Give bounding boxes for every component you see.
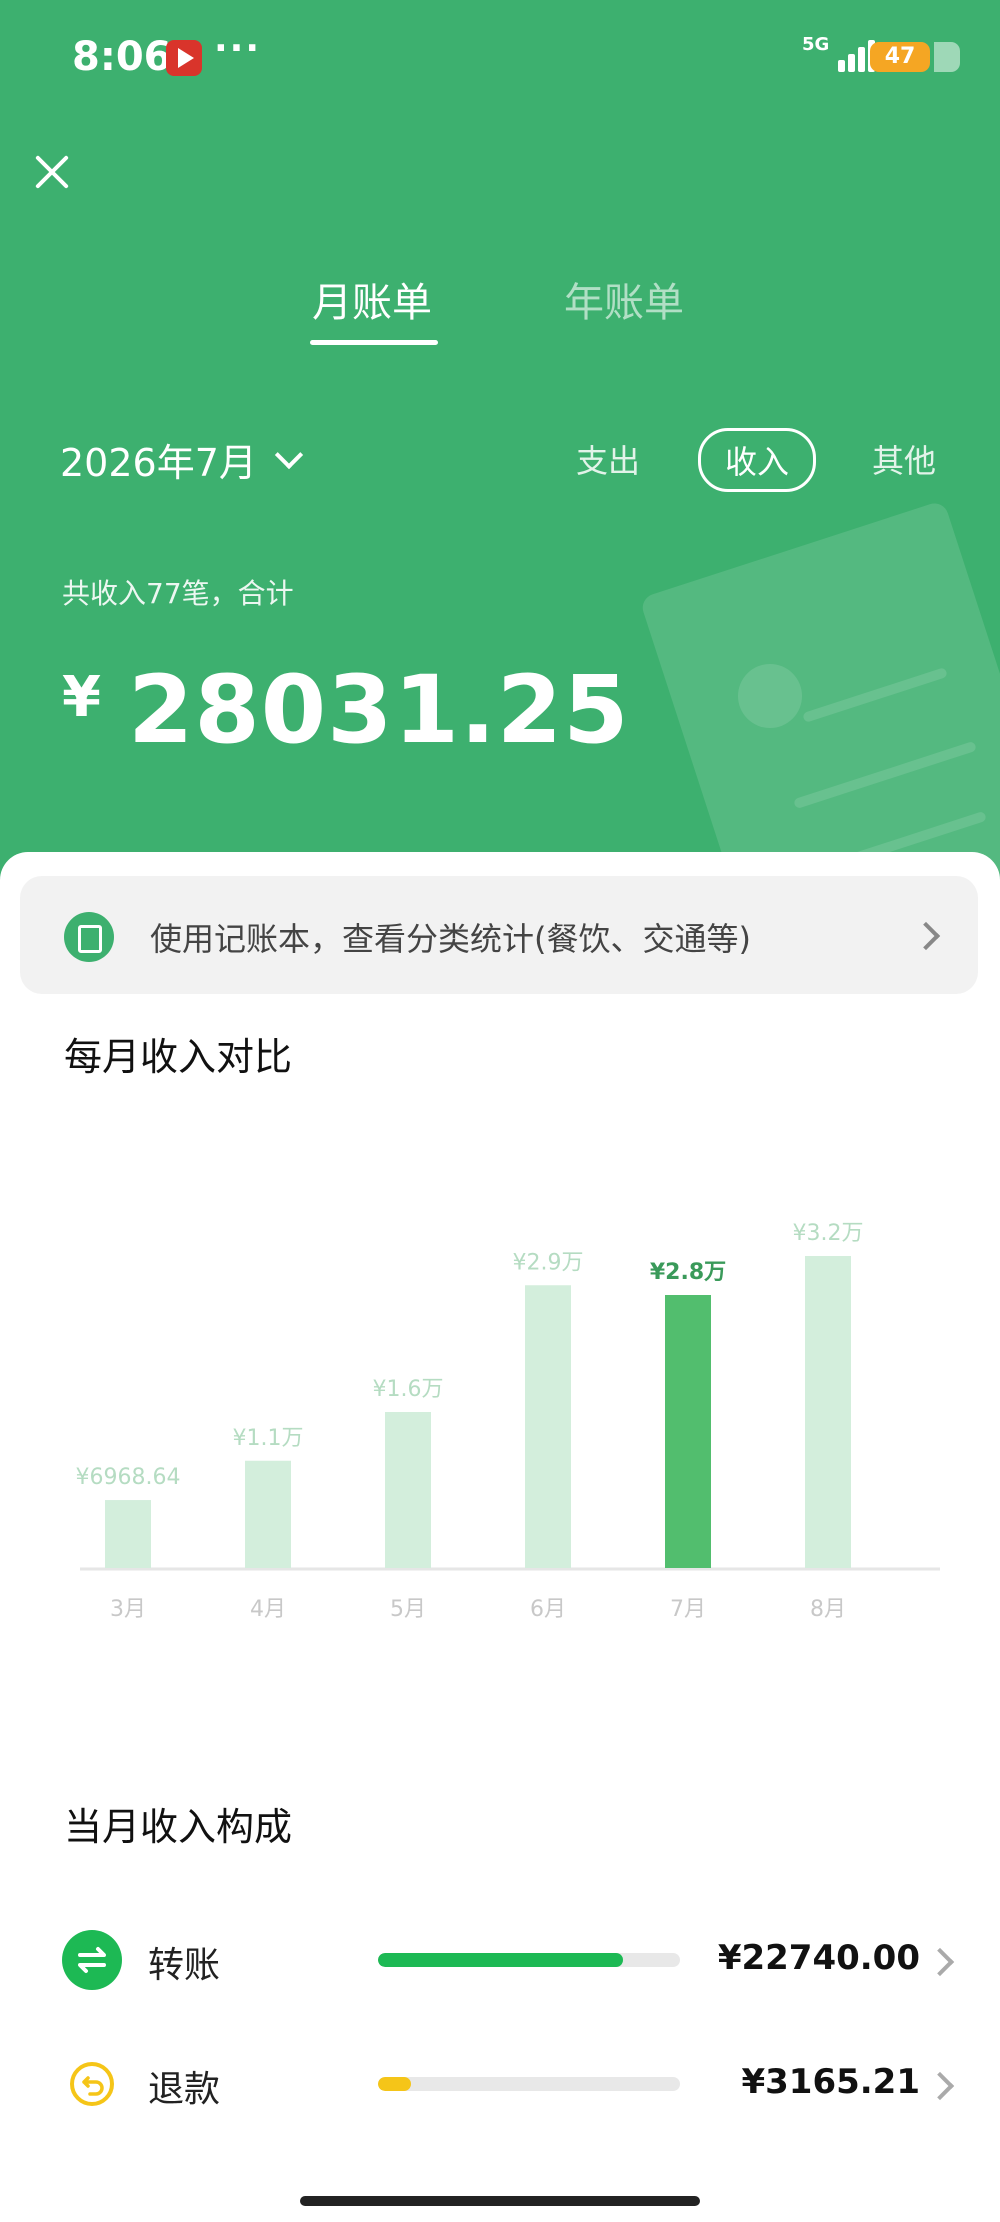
chart-tick-label: 6月 <box>530 1597 566 1622</box>
chevron-right-icon <box>925 1947 955 1977</box>
tab-other[interactable]: 其他 <box>872 436 936 482</box>
chart-tick-label: 5月 <box>390 1597 426 1622</box>
tab-yearly-bill[interactable]: 年账单 <box>564 270 684 328</box>
chart-tick-label: 3月 <box>110 1597 146 1622</box>
chevron-down-icon <box>274 440 304 469</box>
monthly-income-chart: ¥6968.64 3月 ¥1.1万 4月 ¥1.6万 5月 ¥2.9万 6月 ¥2.8万 7月 ¥3… <box>60 1160 940 1640</box>
status-time: 8:06 <box>72 34 172 80</box>
monthly-comparison-title: 每月收入对比 <box>64 1035 293 1079</box>
chart-bar[interactable] <box>385 1412 431 1568</box>
ledger-icon <box>64 912 114 962</box>
bill-tabs: 月账单 年账单 <box>0 270 1000 350</box>
bar-chart: ¥6968.64 3月 ¥1.1万 4月 ¥1.6万 5月 ¥2.9万 6月 ¥2.8万 7月 ¥3… <box>76 1221 940 1622</box>
chart-bar[interactable] <box>525 1285 571 1568</box>
status-bar: 8:06 ··· 5G 47 <box>0 28 1000 88</box>
decorative-circle <box>738 664 802 728</box>
chart-bar[interactable] <box>805 1256 851 1568</box>
month-selector[interactable]: 2026年7月 <box>60 432 304 487</box>
chart-value-label: ¥1.1万 <box>233 1426 304 1451</box>
close-icon[interactable] <box>30 150 74 194</box>
chart-value-label: ¥1.6万 <box>373 1377 444 1402</box>
composition-title: 当月收入构成 <box>64 1805 293 1849</box>
tab-monthly-bill[interactable]: 月账单 <box>312 270 432 328</box>
chart-bar[interactable] <box>105 1500 151 1568</box>
income-summary-label: 共收入77笔，合计 <box>62 577 294 610</box>
more-notifications-icon: ··· <box>214 28 262 69</box>
chevron-right-icon <box>911 921 941 951</box>
chart-value-label: ¥6968.64 <box>76 1465 181 1490</box>
composition-row-refund[interactable]: 退款 ¥3165.21 <box>0 2044 1000 2124</box>
composition-progress <box>378 1953 680 1967</box>
progress-fill <box>378 1953 623 1967</box>
composition-row-transfer[interactable]: 转账 ¥22740.00 <box>0 1920 1000 2000</box>
battery-icon: 47 <box>870 42 960 72</box>
header-area: 8:06 ··· 5G 47 月账单 年账单 2026年7月 支出 收入 其他 … <box>0 0 1000 880</box>
chart-value-label: ¥2.9万 <box>513 1250 584 1275</box>
transfer-icon <box>62 1930 122 1990</box>
income-total: ¥28031.25 <box>62 656 630 765</box>
chart-bar[interactable] <box>245 1460 291 1568</box>
ledger-banner[interactable]: 使用记账本，查看分类统计(餐饮、交通等) <box>20 876 978 994</box>
composition-progress <box>378 2077 680 2091</box>
month-label: 2026年7月 <box>60 441 257 485</box>
total-amount: 28031.25 <box>127 656 630 765</box>
composition-label: 转账 <box>148 1945 221 1986</box>
tab-income[interactable]: 收入 <box>698 428 817 492</box>
refund-icon <box>62 2054 122 2114</box>
composition-amount: ¥3165.21 <box>741 2062 920 2102</box>
progress-fill <box>378 2077 412 2091</box>
signal-icon <box>826 38 876 72</box>
chart-value-label: ¥3.2万 <box>793 1221 864 1246</box>
video-app-icon <box>166 40 202 76</box>
tab-expense[interactable]: 支出 <box>576 436 640 482</box>
composition-label: 退款 <box>148 2069 221 2110</box>
home-indicator[interactable] <box>300 2196 700 2206</box>
chart-tick-label: 4月 <box>250 1597 286 1622</box>
chart-tick-label: 7月 <box>670 1597 706 1622</box>
active-tab-indicator <box>310 340 438 345</box>
chart-value-label: ¥2.8万 <box>650 1260 726 1285</box>
currency-symbol: ¥ <box>62 665 102 730</box>
banner-text: 使用记账本，查看分类统计(餐饮、交通等) <box>150 920 751 958</box>
chart-bar[interactable] <box>665 1295 711 1568</box>
chart-tick-label: 8月 <box>810 1597 846 1622</box>
composition-amount: ¥22740.00 <box>717 1938 920 1978</box>
chevron-right-icon <box>925 2071 955 2101</box>
